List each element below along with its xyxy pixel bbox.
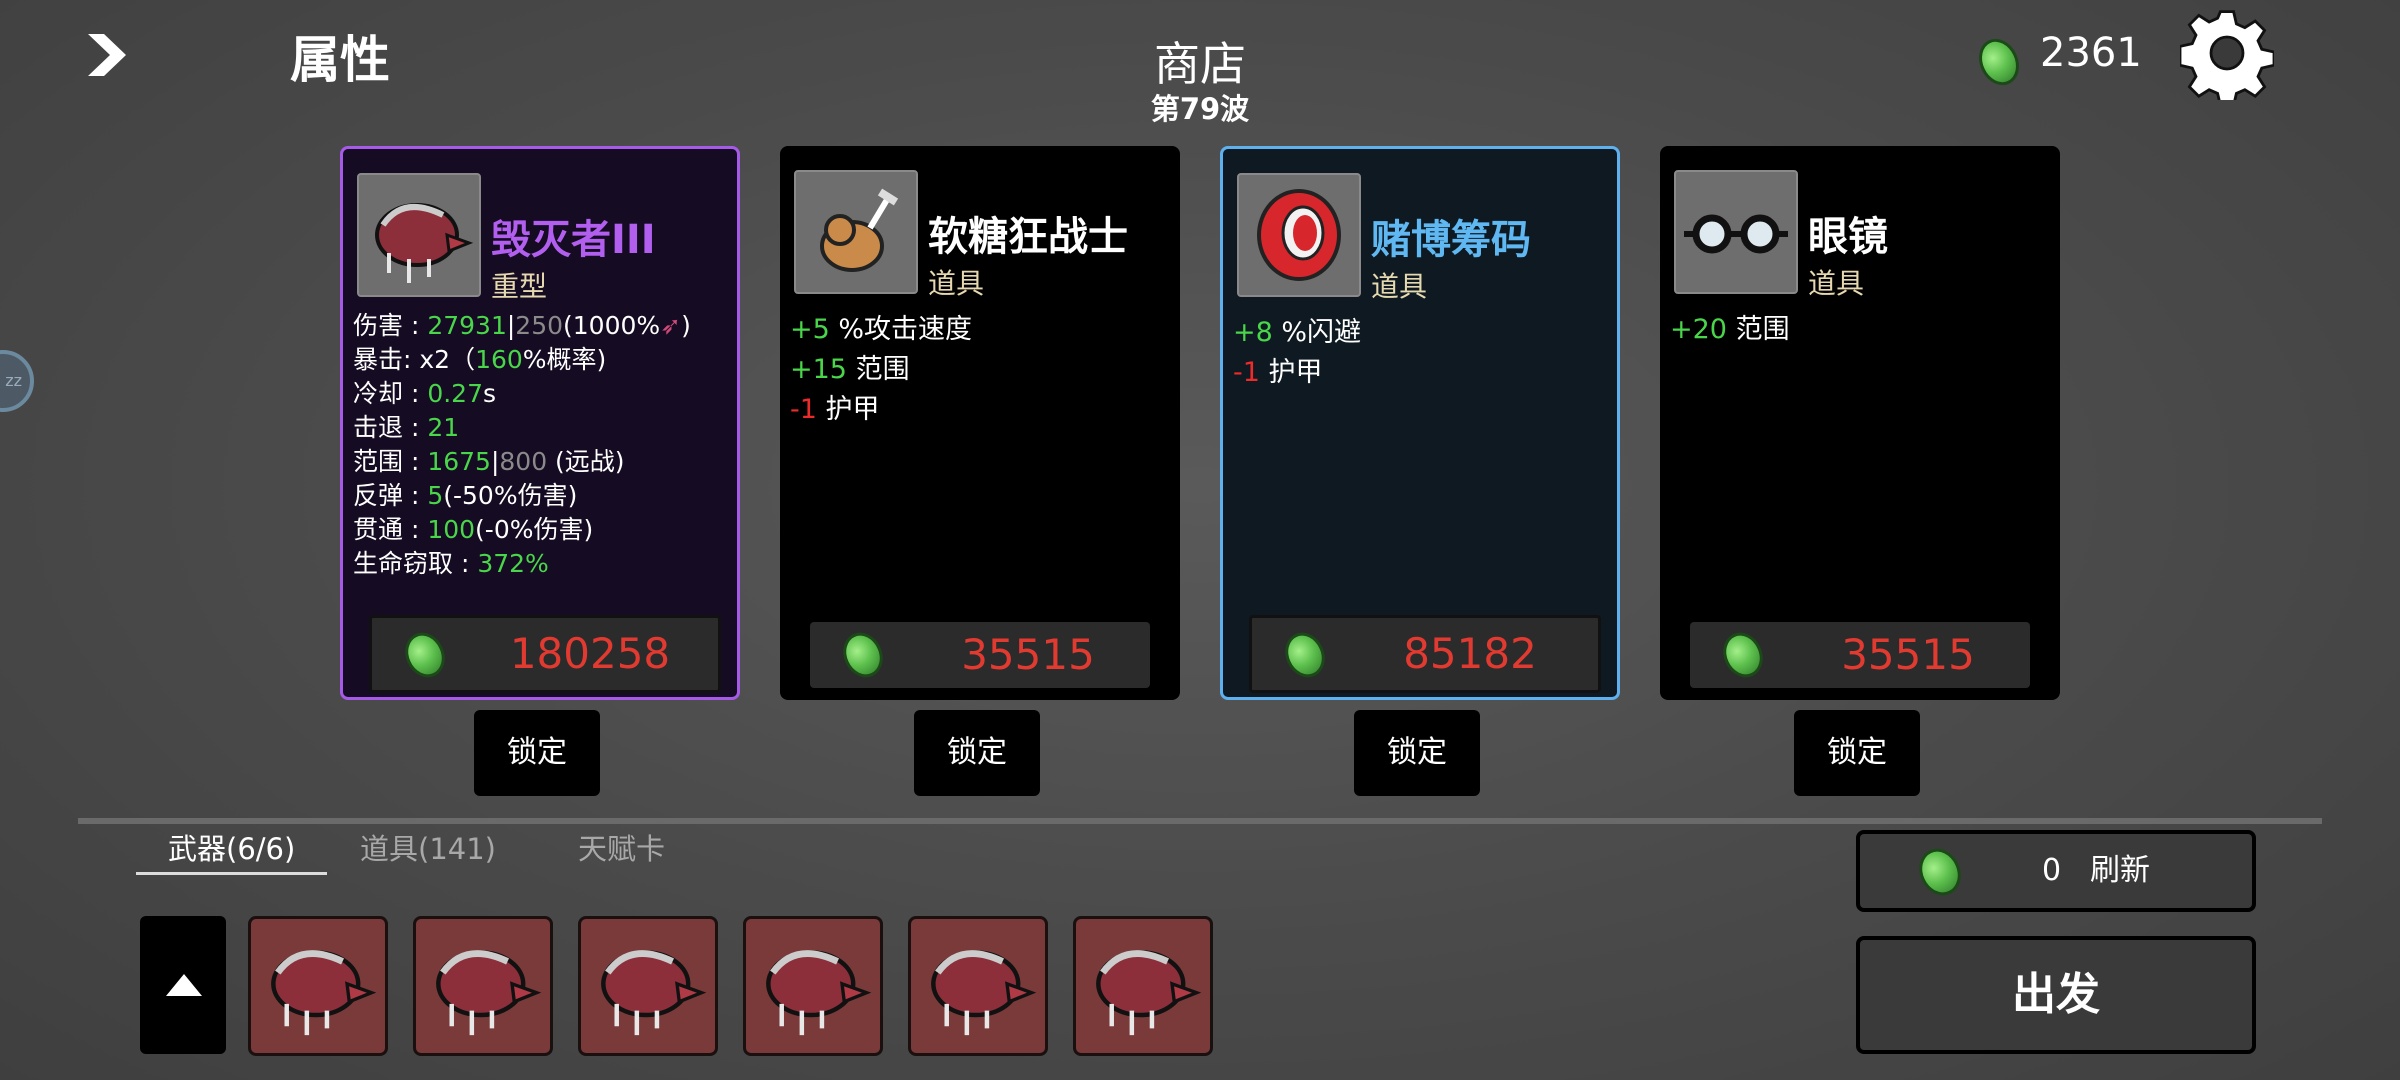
coin-icon: [836, 626, 890, 684]
weapon-stats: 伤害 : 27931|250(1000%➶) 暴击: x2（160%概率) 冷却…: [353, 309, 729, 581]
effect-line: +20 范围: [1670, 314, 1790, 345]
tab-talent-cards[interactable]: 天赋卡: [578, 826, 665, 872]
stat-knockback: 击退 : 21: [353, 413, 460, 442]
destroyer-weapon-icon: [1096, 950, 1202, 1036]
item-price: 85182: [1403, 629, 1537, 678]
destroyer-weapon-icon: [357, 173, 481, 297]
item-type: 道具: [928, 267, 985, 300]
shop-card-3[interactable]: 赌博筹码 道具 +8 %闪避 -1 护甲 85182: [1220, 146, 1620, 700]
effect-line: -1 护甲: [790, 394, 880, 425]
divider: [78, 818, 2322, 824]
stat-cooldown: 冷却 : 0.27s: [353, 379, 497, 408]
gear-icon[interactable]: [2180, 6, 2274, 100]
back-arrow-icon[interactable]: [82, 30, 132, 80]
item-type: 道具: [1808, 267, 1865, 300]
refresh-cost: 0: [2042, 853, 2062, 888]
lock-button-1[interactable]: 锁定: [474, 710, 600, 796]
weapon-slot[interactable]: [908, 916, 1048, 1056]
weapon-slot[interactable]: [1073, 916, 1213, 1056]
lock-button-2[interactable]: 锁定: [914, 710, 1040, 796]
stat-range: 范围 : 1675|800 (远战): [353, 447, 625, 476]
buy-button[interactable]: 35515: [810, 622, 1150, 688]
stat-crit: 暴击: x2（160%概率): [353, 345, 607, 374]
refresh-label: 刷新: [2090, 853, 2150, 888]
item-effects: +5 %攻击速度 +15 范围 -1 护甲: [790, 310, 1172, 430]
wave-label: 第79波: [1150, 92, 1250, 126]
weapon-slot[interactable]: [578, 916, 718, 1056]
lock-button-4[interactable]: 锁定: [1794, 710, 1920, 796]
buy-button[interactable]: 35515: [1690, 622, 2030, 688]
buy-button[interactable]: 180258: [369, 615, 721, 693]
glasses-icon: [1674, 170, 1798, 294]
page-title: 商店: [1154, 37, 1246, 91]
tab-weapons[interactable]: 武器(6/6): [136, 826, 328, 875]
coin-icon: [1716, 626, 1770, 684]
item-type: 道具: [1371, 270, 1428, 303]
coin-icon: [1911, 841, 1969, 903]
item-name: 赌博筹码: [1371, 217, 1531, 263]
item-name: 眼镜: [1808, 214, 1888, 260]
attributes-button[interactable]: 属性: [290, 20, 390, 92]
side-bubble-icon[interactable]: zz: [0, 350, 34, 412]
destroyer-weapon-icon: [931, 950, 1037, 1036]
coin-icon: [1278, 626, 1332, 684]
item-price: 180258: [509, 629, 671, 678]
shop-card-4[interactable]: 眼镜 道具 +20 范围 35515: [1660, 146, 2060, 700]
refresh-button[interactable]: 0 刷新: [1856, 830, 2256, 912]
triangle-up-icon: [166, 974, 202, 996]
item-price: 35515: [1841, 630, 1975, 679]
item-name: 毁灭者III: [491, 217, 656, 263]
coin-icon: [398, 626, 452, 684]
destroyer-weapon-icon: [601, 950, 707, 1036]
effect-line: +8 %闪避: [1233, 317, 1362, 348]
tab-items[interactable]: 道具(141): [360, 826, 496, 872]
lock-button-3[interactable]: 锁定: [1354, 710, 1480, 796]
destroyer-weapon-icon: [766, 950, 872, 1036]
destroyer-weapon-icon: [436, 950, 542, 1036]
item-effects: +8 %闪避 -1 护甲: [1233, 313, 1609, 393]
weapon-slot[interactable]: [743, 916, 883, 1056]
collapse-inventory-button[interactable]: [140, 916, 226, 1054]
effect-line: -1 护甲: [1233, 357, 1323, 388]
item-effects: +20 范围: [1670, 310, 2052, 350]
item-type: 重型: [491, 270, 548, 303]
shop-card-1[interactable]: 毁灭者III 重型 伤害 : 27931|250(1000%➶) 暴击: x2（…: [340, 146, 740, 700]
item-price: 35515: [961, 630, 1095, 679]
weapon-slot[interactable]: [248, 916, 388, 1056]
shop-card-2[interactable]: 软糖狂战士 道具 +5 %攻击速度 +15 范围 -1 护甲 35515: [780, 146, 1180, 700]
stat-lifesteal: 生命窃取 : 372%: [353, 549, 549, 578]
gambling-chip-icon: [1237, 173, 1361, 297]
go-button[interactable]: 出发: [1856, 936, 2256, 1054]
effect-line: +5 %攻击速度: [790, 314, 973, 345]
weapon-slot[interactable]: [413, 916, 553, 1056]
stat-damage: 伤害 : 27931|250(1000%➶): [353, 311, 691, 340]
item-name: 软糖狂战士: [928, 214, 1128, 260]
effect-line: +15 范围: [790, 354, 910, 385]
destroyer-weapon-icon: [271, 950, 377, 1036]
gold-coin-icon: [1971, 32, 2027, 92]
buy-button[interactable]: 85182: [1249, 615, 1601, 693]
gummy-berserker-icon: [794, 170, 918, 294]
stat-pierce: 贯通 : 100(-0%伤害): [353, 515, 594, 544]
gold-count: 2361: [2040, 30, 2142, 76]
ranged-damage-icon: ➶: [660, 311, 682, 340]
stat-bounce: 反弹 : 5(-50%伤害): [353, 481, 578, 510]
